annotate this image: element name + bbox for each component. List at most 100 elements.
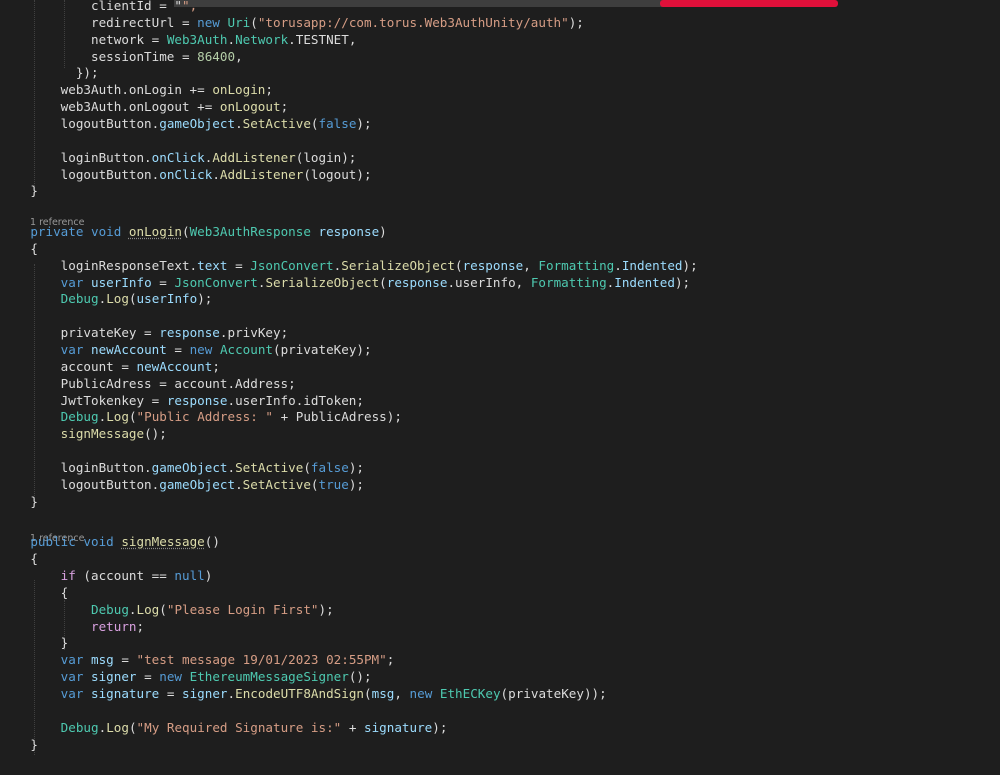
code-token: . (614, 257, 622, 273)
code-line[interactable]: network = Web3Auth.Network.TESTNET, (0, 31, 1000, 48)
code-token: (privateKey)); (500, 686, 607, 701)
code-line[interactable] (0, 199, 1000, 216)
code-token: null (174, 568, 205, 584)
code-line[interactable]: { (0, 550, 1000, 567)
code-token: . (235, 476, 243, 492)
code-token: signature (91, 686, 160, 701)
code-token: logoutButton. (0, 476, 160, 492)
code-line[interactable]: Debug.Log("Please Login First"); (0, 601, 1000, 618)
code-line[interactable] (0, 132, 1000, 149)
code-line[interactable]: } (0, 736, 1000, 753)
code-line[interactable]: PublicAdress = account.Address; (0, 375, 1000, 392)
code-token: Debug (60, 719, 99, 735)
code-token: ) (204, 568, 213, 584)
code-line[interactable]: } (0, 493, 1000, 510)
code-token: web3Auth.onLogin += (0, 82, 213, 98)
code-line[interactable]: Debug.Log("Public Address: " + PublicAdr… (0, 408, 1000, 425)
code-line[interactable]: clientId = "", (0, 0, 1000, 14)
code-line[interactable]: } (0, 182, 1000, 199)
code-token: , (523, 257, 539, 273)
code-line[interactable]: web3Auth.onLogin += onLogin; (0, 81, 1000, 98)
code-token: ( (310, 115, 319, 131)
code-token: Log (136, 601, 160, 617)
code-editor[interactable]: 1 reference 1 reference clientId = "", r… (0, 0, 1000, 775)
code-token: + PublicAdress); (273, 409, 402, 425)
code-token: SerializeObject (265, 274, 380, 290)
code-line[interactable]: privateKey = response.privKey; (0, 324, 1000, 341)
code-token: (logout); (303, 166, 372, 182)
code-line[interactable]: } (0, 634, 1000, 651)
code-line[interactable]: { (0, 584, 1000, 601)
code-token: { (0, 240, 38, 256)
code-token: ); (348, 459, 365, 475)
code-line[interactable]: { (0, 240, 1000, 257)
code-line[interactable]: loginButton.onClick.AddListener(login); (0, 149, 1000, 166)
code-token: ", (181, 0, 198, 13)
code-token: ( (182, 224, 190, 240)
code-token: ; (280, 99, 289, 115)
code-line[interactable]: logoutButton.gameObject.SetActive(true); (0, 476, 1000, 493)
code-token: var (60, 652, 92, 668)
code-token: .privKey; (219, 325, 289, 341)
code-line[interactable]: private void onLogin(Web3AuthResponse re… (0, 223, 1000, 240)
code-line[interactable] (0, 510, 1000, 527)
code-token: . (227, 686, 236, 701)
code-line[interactable]: }); (0, 64, 1000, 81)
code-token: Formatting (530, 274, 607, 290)
code-line[interactable]: loginResponseText.text = JsonConvert. Ser… (0, 257, 1000, 274)
code-token: = (227, 257, 251, 273)
code-token: . (227, 459, 236, 475)
code-token: AddListener (212, 149, 296, 165)
code-line[interactable]: public void signMessage() (0, 533, 1000, 550)
code-token: loginResponseText. (0, 257, 198, 273)
code-token: ( (250, 14, 258, 30)
code-line[interactable]: redirectUrl = new Uri("torusapp://com.to… (0, 14, 1000, 31)
code-token: 86400 (197, 48, 236, 64)
code-token: Network (235, 31, 289, 47)
code-line[interactable]: Debug.Log("My Required Signature is:" + … (0, 719, 1000, 736)
code-line[interactable]: signMessage(); (0, 425, 1000, 442)
code-line[interactable] (0, 702, 1000, 719)
code-token: new (409, 686, 440, 701)
code-line[interactable]: logoutButton.gameObject.SetActive(false)… (0, 115, 1000, 132)
code-token: onLogin (128, 224, 182, 240)
code-token: Formatting (538, 257, 615, 273)
code-line[interactable] (0, 442, 1000, 459)
code-line[interactable] (0, 307, 1000, 324)
code-token: account = (0, 358, 137, 374)
code-token: ( (159, 601, 167, 617)
code-token: JsonConvert (174, 274, 258, 290)
code-line[interactable]: var userInfo = JsonConvert.SerializeObje… (0, 274, 1000, 291)
code-line[interactable]: return; (0, 618, 1000, 635)
code-token: logoutButton. (0, 166, 160, 182)
code-line[interactable]: if (account == null) (0, 567, 1000, 584)
code-line[interactable]: loginButton.gameObject.SetActive(false); (0, 459, 1000, 476)
code-line[interactable]: sessionTime = 86400, (0, 48, 1000, 65)
code-token: text (197, 257, 228, 273)
code-line[interactable]: account = newAccount; (0, 358, 1000, 375)
code-token: PublicAdress = account.Address; (0, 375, 296, 391)
code-token: Indented (621, 257, 683, 273)
code-token: ); (432, 719, 448, 735)
code-line[interactable]: logoutButton.onClick.AddListener(logout)… (0, 166, 1000, 183)
code-token: Uri (227, 14, 251, 30)
code-token: } (0, 736, 38, 752)
code-line[interactable]: Debug.Log(userInfo); (0, 290, 1000, 307)
code-line[interactable]: JwtTokenkey = response.userInfo.idToken; (0, 392, 1000, 409)
code-token: "Please Login First" (166, 601, 319, 617)
code-line[interactable]: web3Auth.onLogout += onLogout; (0, 98, 1000, 115)
code-line[interactable]: var newAccount = new Account(privateKey)… (0, 341, 1000, 358)
code-line[interactable]: var signature = signer.EncodeUTF8AndSign… (0, 685, 1000, 702)
code-token: true (318, 476, 349, 492)
code-token: = (151, 274, 175, 290)
code-token: .userInfo.idToken; (227, 392, 364, 408)
code-token: signMessage (60, 426, 145, 442)
code-token: sessionTime = (0, 48, 198, 64)
code-line[interactable]: var msg = "test message 19/01/2023 02:55… (0, 651, 1000, 668)
code-line[interactable]: var signer = new EthereumMessageSigner()… (0, 668, 1000, 685)
